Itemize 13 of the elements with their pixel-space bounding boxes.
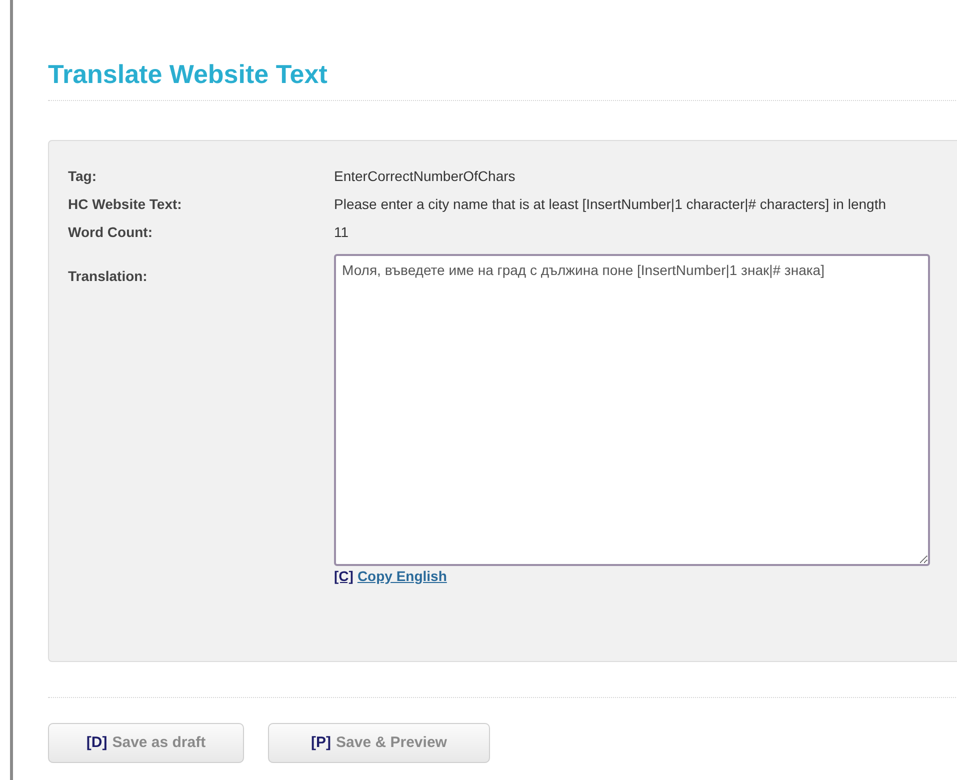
field-label: Tag: (68, 168, 97, 184)
copy-english-link[interactable]: Copy English (357, 566, 447, 586)
field-value: Please enter a city name that is at least [InsertNumber|1 character|# characters] in length (334, 196, 886, 212)
shortcut-key: [C] (334, 566, 354, 586)
field-label: HC Website Text: (68, 196, 182, 212)
field-value: EnterCorrectNumberOfChars (334, 168, 516, 184)
field-value: 11 (334, 224, 349, 240)
field-label: Word Count: (68, 224, 152, 240)
page-title: Translate Website Text (48, 58, 328, 91)
save-button[interactable]: [P] Save & Preview (268, 723, 490, 763)
save-button[interactable]: [D] Save as draft (48, 723, 244, 763)
translation-field[interactable]: Моля, въведете име на град с дължина поне [InsertNumber|1 знак|# знака] (334, 254, 930, 566)
field-label: Translation: (68, 268, 148, 284)
